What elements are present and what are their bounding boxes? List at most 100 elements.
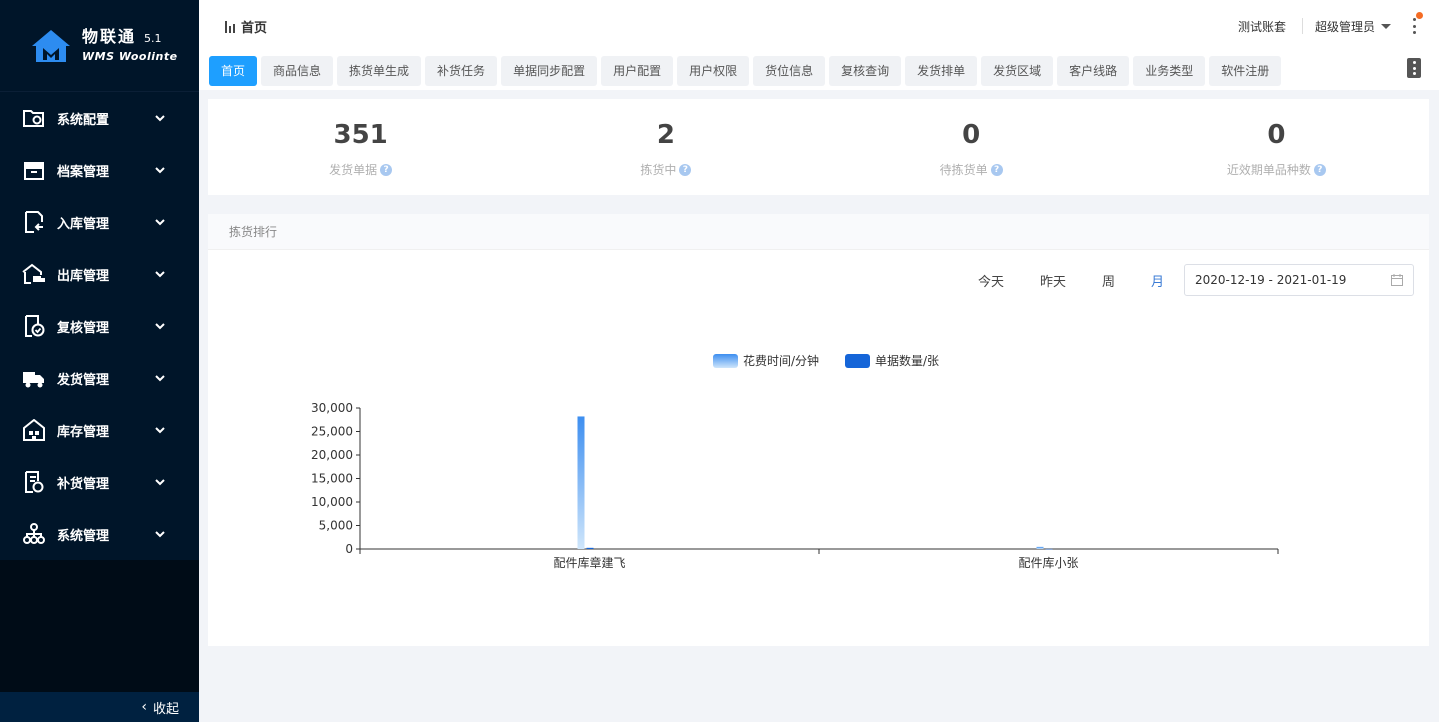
chevron-down-icon — [155, 375, 165, 382]
sidebar-item-review[interactable]: 复核管理 — [0, 300, 199, 352]
legend-label: 单据数量/张 — [875, 353, 939, 368]
archive-box-icon — [22, 158, 46, 182]
bar-count — [1045, 548, 1053, 550]
y-tick-label: 15,000 — [311, 472, 353, 486]
sidebar-item-label: 库存管理 — [57, 424, 110, 440]
tab-ship-area[interactable]: 发货区域 — [981, 56, 1054, 86]
sidebar-item-label: 出库管理 — [57, 268, 110, 284]
org-tree-icon — [22, 522, 46, 546]
sidebar-item-inventory[interactable]: 库存管理 — [0, 404, 199, 456]
notification-dot — [1416, 12, 1423, 19]
help-icon[interactable]: ? — [380, 163, 393, 176]
y-tick-label: 10,000 — [311, 495, 353, 509]
account-switcher[interactable]: 测试账套 — [1238, 18, 1286, 35]
tab-replenish-task[interactable]: 补货任务 — [425, 56, 498, 86]
stat-label: 近效期单品种数 — [1226, 163, 1311, 177]
divider — [1301, 18, 1303, 34]
pick-ranking-chart: 花费时间/分钟 单据数量/张 0 5,000 10,000 15,000 20,000 25,… — [311, 353, 1279, 570]
stat-near-expiry: 0 近效期单品种数? — [1124, 99, 1429, 195]
y-tick-label: 25,000 — [311, 425, 353, 439]
chevron-down-icon — [155, 219, 165, 226]
sidebar-item-outbound[interactable]: 出库管理 — [0, 248, 199, 300]
inbound-doc-icon — [22, 210, 46, 234]
tab-user-config[interactable]: 用户配置 — [601, 56, 674, 86]
brand-title: 物联通 — [82, 27, 137, 46]
sidebar-item-label: 补货管理 — [57, 476, 110, 492]
chevron-down-icon — [155, 271, 165, 278]
stat-label: 发货单据 — [329, 163, 378, 177]
chevron-left-icon: ‹ — [141, 699, 147, 715]
tab-user-permission[interactable]: 用户权限 — [677, 56, 750, 86]
help-icon[interactable]: ? — [679, 163, 692, 176]
stat-label: 拣货中 — [640, 163, 677, 177]
collapse-label: 收起 — [152, 701, 179, 717]
chart-home-icon — [225, 20, 235, 33]
tab-home[interactable]: 首页 — [209, 56, 258, 86]
breadcrumb-label: 首页 — [241, 20, 268, 36]
stat-pending-pick: 0 待拣货单? — [819, 99, 1124, 195]
chevron-down-icon — [155, 115, 165, 122]
warehouse-truck-icon — [22, 262, 46, 286]
top-header: 首页 测试账套 超级管理员 — [199, 0, 1439, 52]
sidebar-item-shipping[interactable]: 发货管理 — [0, 352, 199, 404]
sidebar-item-inbound[interactable]: 入库管理 — [0, 196, 199, 248]
user-menu[interactable]: 超级管理员 — [1315, 18, 1391, 35]
bar-time — [577, 416, 585, 549]
x-tick-label: 配件库小张 — [1018, 555, 1078, 570]
legend-label: 花费时间/分钟 — [743, 353, 819, 368]
chevron-down-icon — [155, 479, 165, 486]
tab-ship-schedule[interactable]: 发货排单 — [905, 56, 978, 86]
tab-review-query[interactable]: 复核查询 — [829, 56, 902, 86]
brand[interactable]: 物联通 5.1 WMS Woolinte — [0, 0, 199, 92]
y-tick-label: 20,000 — [311, 448, 353, 462]
filter-today[interactable]: 今天 — [978, 271, 1004, 290]
sidebar-item-system-config[interactable]: 系统配置 — [0, 92, 199, 144]
filter-week[interactable]: 周 — [1102, 271, 1115, 290]
y-tick-label: 30,000 — [311, 401, 353, 415]
tab-doc-sync[interactable]: 单据同步配置 — [501, 56, 598, 86]
tab-software-register[interactable]: 软件注册 — [1209, 56, 1282, 86]
sidebar-item-label: 复核管理 — [57, 320, 110, 336]
tab-location-info[interactable]: 货位信息 — [753, 56, 826, 86]
tab-product-info[interactable]: 商品信息 — [261, 56, 334, 86]
collapse-button[interactable]: ‹ 收起 — [0, 692, 199, 722]
help-icon[interactable]: ? — [990, 163, 1003, 176]
house-logo-icon — [32, 29, 70, 62]
pick-ranking-panel: 拣货排行 今天 昨天 周 月 2020-12-19 - 2021-01-19 花… — [208, 214, 1429, 646]
tab-customer-route[interactable]: 客户线路 — [1057, 56, 1130, 86]
stat-picking: 2 拣货中? — [513, 99, 818, 195]
sidebar-item-replenish[interactable]: 补货管理 — [0, 456, 199, 508]
sidebar-item-label: 系统管理 — [57, 528, 110, 544]
sidebar-item-label: 系统配置 — [57, 112, 110, 128]
sidebar: 物联通 5.1 WMS Woolinte 系统配置 档案管理 入库管理 出库管理… — [0, 0, 199, 722]
filter-yesterday[interactable]: 昨天 — [1040, 271, 1066, 290]
date-range-value: 2020-12-19 - 2021-01-19 — [1195, 273, 1347, 287]
tab-pick-generate[interactable]: 拣货单生成 — [337, 56, 422, 86]
x-tick-label: 配件库章建飞 — [553, 555, 625, 570]
legend-swatch — [713, 354, 738, 368]
sidebar-item-label: 发货管理 — [57, 372, 110, 388]
user-name: 超级管理员 — [1314, 19, 1375, 34]
replenish-doc-icon — [22, 470, 46, 494]
filter-month[interactable]: 月 — [1151, 271, 1164, 290]
stat-value: 0 — [1267, 120, 1286, 150]
date-range-picker[interactable]: 2020-12-19 - 2021-01-19 — [1184, 264, 1414, 296]
more-vertical-icon[interactable] — [1409, 12, 1423, 34]
breadcrumb[interactable]: 首页 — [224, 17, 267, 36]
chevron-down-icon — [155, 167, 165, 174]
stat-value: 2 — [656, 120, 675, 150]
calendar-icon — [1391, 274, 1403, 286]
help-icon[interactable]: ? — [1313, 163, 1326, 176]
time-filters: 今天 昨天 周 月 2020-12-19 - 2021-01-19 — [978, 264, 1414, 296]
y-tick-label: 5,000 — [319, 519, 353, 533]
sidebar-item-archive[interactable]: 档案管理 — [0, 144, 199, 196]
stat-shipping-docs: 351 发货单据? — [208, 99, 513, 195]
tab-business-type[interactable]: 业务类型 — [1133, 56, 1206, 86]
warehouse-icon — [22, 418, 46, 442]
tab-more-icon[interactable] — [1407, 58, 1421, 78]
y-tick-label: 0 — [345, 542, 353, 556]
caret-down-icon — [1381, 23, 1391, 29]
sidebar-item-system-manage[interactable]: 系统管理 — [0, 508, 199, 560]
sidebar-item-label: 入库管理 — [57, 216, 110, 232]
brand-subtitle: WMS Woolinte — [82, 50, 178, 63]
